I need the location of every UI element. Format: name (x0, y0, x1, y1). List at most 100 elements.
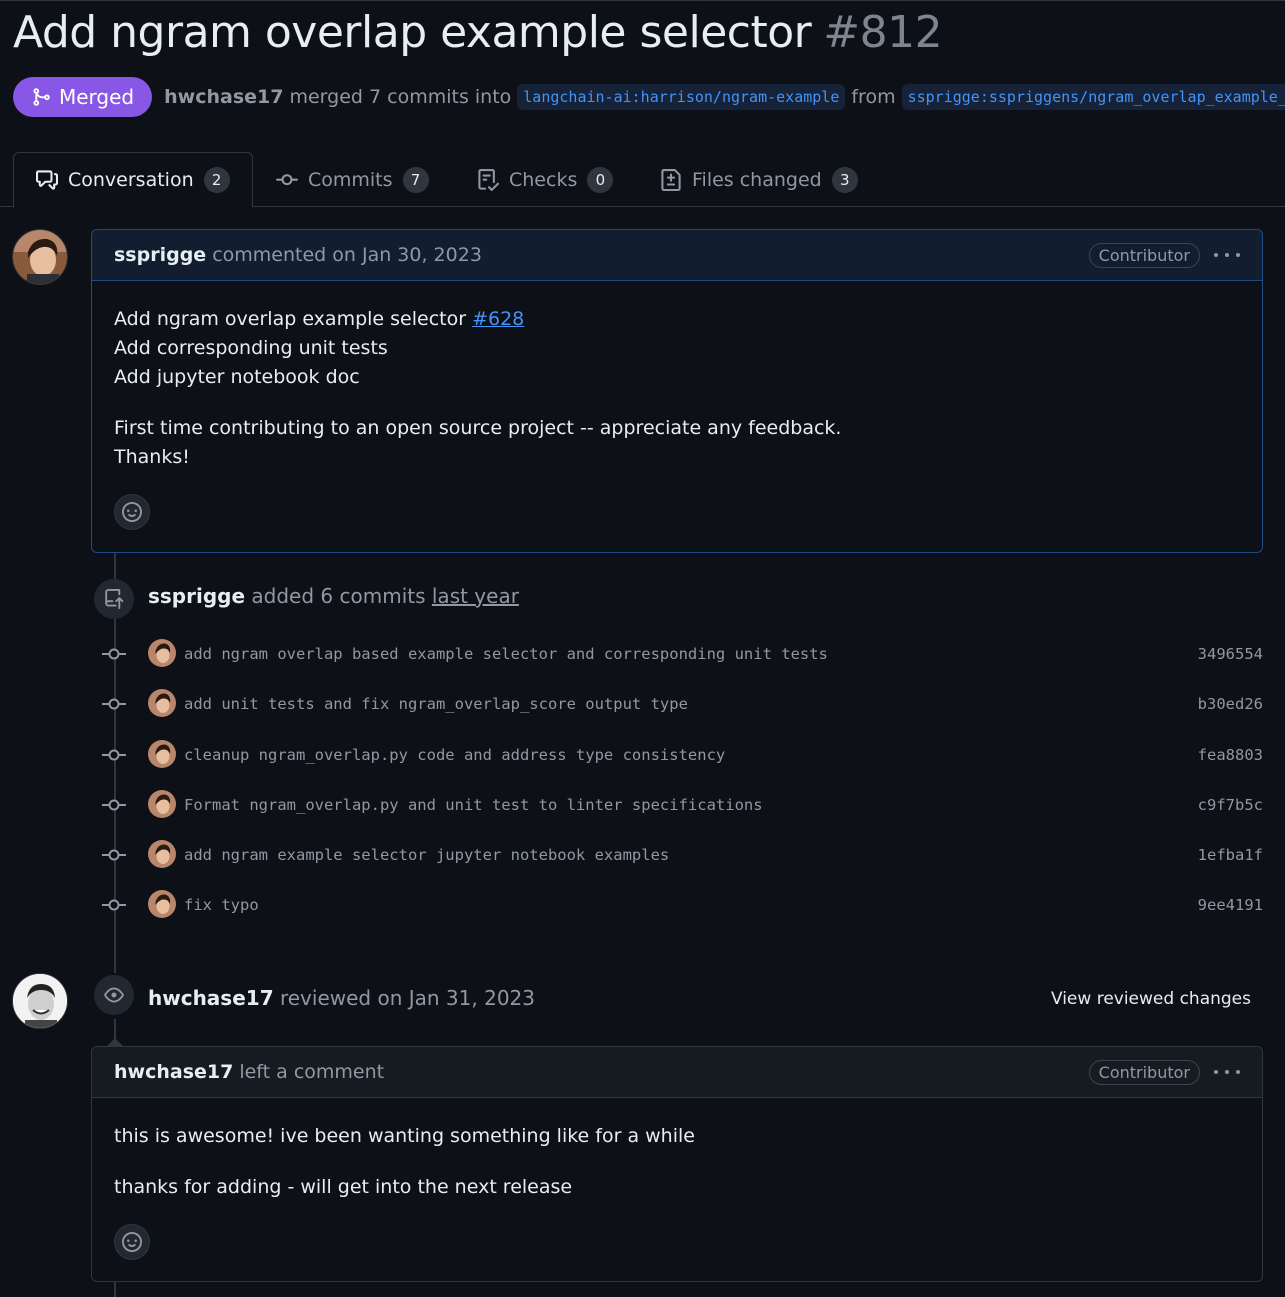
head-branch-link[interactable]: ssprigge:sspriggens/ngram_overlap_exampl… (901, 84, 1285, 110)
commit-dot-icon (102, 799, 126, 811)
commit-dot-icon (102, 749, 126, 761)
commit-message-link[interactable]: Format ngram_overlap.py and unit test to… (184, 796, 763, 814)
tab-commits-label: Commits (308, 168, 393, 191)
commit-message-link[interactable]: add ngram overlap based example selector… (184, 645, 828, 663)
tab-files-changed-label: Files changed (692, 168, 822, 191)
comment-timestamp[interactable]: commented on Jan 30, 2023 (212, 244, 482, 266)
checklist-icon (478, 168, 499, 191)
event-action: added 6 commits (251, 584, 426, 608)
merge-description: merged 7 commits into (289, 86, 512, 108)
event-time-link[interactable]: last year (432, 584, 519, 608)
comment-header: hwchase17 left a comment Contributor (92, 1047, 1262, 1098)
more-options-icon[interactable] (1214, 253, 1240, 257)
commits-event-text: ssprigge added 6 commits last year (148, 584, 519, 608)
from-label: from (851, 86, 896, 108)
contributor-badge: Contributor (1088, 1059, 1200, 1085)
tab-checks-label: Checks (509, 168, 578, 191)
commits-event-icon (94, 579, 134, 619)
comment-header: ssprigge commented on Jan 30, 2023 Contr… (92, 230, 1262, 281)
repo-push-icon (105, 589, 124, 609)
commit-dot-icon (102, 849, 126, 861)
commit-author-avatar[interactable] (148, 840, 176, 868)
commit-message-link[interactable]: add ngram example selector jupyter noteb… (184, 846, 669, 864)
event-author-link[interactable]: ssprigge (148, 584, 245, 608)
avatar[interactable] (12, 973, 68, 1029)
tab-commits[interactable]: Commits 7 (276, 152, 429, 207)
commit-author-avatar[interactable] (148, 790, 176, 818)
comment-action: left a comment (239, 1061, 385, 1083)
comment-author-link[interactable]: ssprigge (114, 244, 206, 266)
commit-author-avatar[interactable] (148, 639, 176, 667)
eye-icon (104, 987, 124, 1003)
commit-row: add unit tests and fix ngram_overlap_sco… (100, 689, 1263, 719)
commit-sha-link[interactable]: b30ed26 (1198, 695, 1263, 713)
commit-icon (276, 173, 298, 185)
add-reaction-button[interactable] (114, 1224, 150, 1260)
pr-number: #812 (823, 7, 943, 58)
base-branch-link[interactable]: langchain-ai:harrison/ngram-example (517, 84, 846, 110)
review-event-text: hwchase17 reviewed on Jan 31, 2023 (148, 986, 535, 1010)
review-comment: hwchase17 left a comment Contributor thi… (91, 1046, 1263, 1282)
commit-row: fix typo 9ee4191 (100, 890, 1263, 920)
tab-checks[interactable]: Checks 0 (477, 152, 614, 207)
comment-body: Add ngram overlap example selector #628 … (92, 281, 1262, 530)
commit-message-link[interactable]: fix typo (184, 896, 259, 914)
merged-status-badge: Merged (13, 77, 153, 117)
tab-conversation-count: 2 (203, 167, 230, 193)
commit-sha-link[interactable]: fea8803 (1198, 746, 1263, 764)
tab-conversation[interactable]: Conversation 2 (13, 152, 253, 208)
merged-status-label: Merged (59, 85, 135, 109)
view-reviewed-changes-button[interactable]: View reviewed changes (1051, 989, 1251, 1009)
review-timestamp[interactable]: reviewed on Jan 31, 2023 (280, 986, 535, 1010)
contributor-badge: Contributor (1088, 242, 1200, 268)
comment-body: this is awesome! ive been wanting someth… (92, 1098, 1262, 1260)
commit-sha-link[interactable]: 3496554 (1198, 645, 1263, 663)
commit-sha-link[interactable]: 1efba1f (1198, 846, 1263, 864)
tab-conversation-label: Conversation (68, 169, 194, 191)
body-line: Thanks! (114, 446, 190, 468)
body-line: First time contributing to an open sourc… (114, 417, 842, 439)
commit-dot-icon (102, 899, 126, 911)
pr-page: Add ngram overlap example selector #812 M… (0, 0, 1285, 1297)
tab-files-changed-count: 3 (831, 166, 858, 193)
commit-row: add ngram overlap based example selector… (100, 639, 1263, 669)
pr-title-text: Add ngram overlap example selector (13, 7, 812, 58)
commit-row: add ngram example selector jupyter noteb… (100, 840, 1263, 870)
more-options-icon[interactable] (1214, 1070, 1240, 1074)
commit-sha-link[interactable]: 9ee4191 (1198, 896, 1263, 914)
file-diff-icon (661, 168, 681, 191)
commit-dot-icon (102, 698, 126, 710)
commit-message-link[interactable]: cleanup ngram_overlap.py code and addres… (184, 746, 725, 764)
commit-author-avatar[interactable] (148, 740, 176, 768)
user-avatar-image (13, 974, 67, 1028)
avatar[interactable] (12, 229, 68, 285)
pr-tabs: Conversation 2 Commits 7 Checks 0 Files … (0, 152, 1285, 208)
smiley-icon (122, 1232, 142, 1252)
commit-sha-link[interactable]: c9f7b5c (1198, 796, 1263, 814)
commit-dot-icon (102, 648, 126, 660)
body-line: Add ngram overlap example selector (114, 308, 473, 330)
conversation-icon (36, 170, 58, 190)
body-paragraph: thanks for adding - will get into the ne… (114, 1176, 573, 1198)
comment-author-link[interactable]: hwchase17 (114, 1061, 233, 1083)
tab-checks-count: 0 (587, 166, 614, 193)
commit-author-avatar[interactable] (148, 689, 176, 717)
body-line: Add jupyter notebook doc (114, 366, 360, 388)
issue-link[interactable]: #628 (472, 308, 524, 330)
tab-files-changed[interactable]: Files changed 3 (660, 152, 858, 207)
commit-message-link[interactable]: add unit tests and fix ngram_overlap_sco… (184, 695, 688, 713)
merge-icon (33, 88, 50, 106)
pr-meta: Merged hwchase17 merged 7 commits into l… (13, 77, 1285, 117)
add-reaction-button[interactable] (114, 494, 150, 530)
review-event-icon (94, 975, 134, 1015)
merger-link[interactable]: hwchase17 (164, 86, 283, 108)
reviewer-link[interactable]: hwchase17 (148, 986, 274, 1010)
pr-description-comment: ssprigge commented on Jan 30, 2023 Contr… (91, 229, 1263, 553)
timeline-line (114, 1282, 116, 1297)
commit-author-avatar[interactable] (148, 890, 176, 918)
pr-title: Add ngram overlap example selector #812 (13, 7, 943, 58)
tab-commits-count: 7 (402, 166, 429, 193)
commit-row: Format ngram_overlap.py and unit test to… (100, 790, 1263, 820)
body-paragraph: this is awesome! ive been wanting someth… (114, 1125, 695, 1147)
body-line: Add corresponding unit tests (114, 337, 388, 359)
